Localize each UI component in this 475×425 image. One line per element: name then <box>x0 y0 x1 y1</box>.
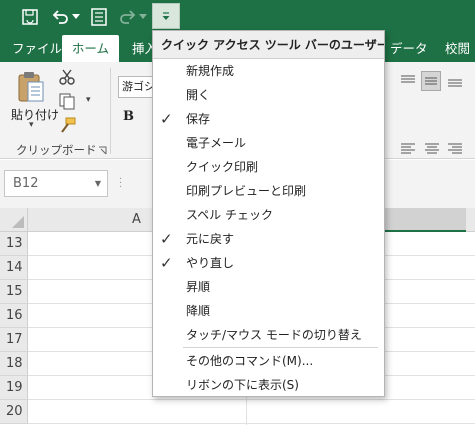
menu-item-label: 電子メール <box>186 136 247 150</box>
align-bottom-icon[interactable] <box>447 73 463 92</box>
tab-review[interactable]: 校閲 <box>445 35 470 62</box>
checkmark-icon: ✓ <box>160 254 173 272</box>
copy-icon[interactable] <box>58 92 76 113</box>
column-header-edge <box>466 208 475 232</box>
row-header[interactable]: 20 <box>0 400 28 424</box>
checkmark-icon: ✓ <box>160 230 173 248</box>
paste-icon[interactable] <box>17 70 45 107</box>
menu-item[interactable]: 昇順 <box>153 275 384 299</box>
menu-item-label: 新規作成 <box>186 64 235 78</box>
cut-icon[interactable] <box>58 68 76 89</box>
menu-item[interactable]: ✓ 保存 <box>153 107 384 131</box>
tab-file[interactable]: ファイル <box>12 35 62 62</box>
menu-item[interactable]: 開く <box>153 83 384 107</box>
row-gridline <box>28 399 475 400</box>
ribbon-group-separator <box>110 68 111 154</box>
menu-item-label: 開く <box>186 88 211 102</box>
row-header[interactable]: 15 <box>0 280 28 304</box>
bold-button[interactable]: B <box>123 109 134 124</box>
select-all-corner[interactable] <box>0 208 28 232</box>
redo-icon[interactable] <box>117 4 139 30</box>
clipboard-group-label: クリップボード <box>16 143 97 157</box>
chevron-down-icon[interactable]: ▼ <box>95 171 101 196</box>
undo-dropdown-icon[interactable] <box>71 4 81 30</box>
row-header[interactable]: 19 <box>0 376 28 400</box>
align-left-icon[interactable] <box>400 142 416 159</box>
menu-header: クイック アクセス ツール バーのユーザー設定 <box>153 31 384 59</box>
checkmark-icon: ✓ <box>160 110 173 128</box>
customize-qat-button[interactable] <box>152 3 180 29</box>
align-top-icon[interactable] <box>400 73 416 92</box>
menu-item[interactable]: ✓ 元に戻す <box>153 227 384 251</box>
menu-item-label: 印刷プレビューと印刷 <box>186 184 307 198</box>
print-preview-icon[interactable] <box>86 4 112 30</box>
clipboard-launcher-icon[interactable] <box>98 144 107 155</box>
menu-item[interactable]: クイック印刷 <box>153 155 384 179</box>
menu-item-label: その他のコマンド(M)... <box>186 354 314 368</box>
menu-item[interactable]: 降順 <box>153 299 384 323</box>
menu-separator <box>183 347 378 348</box>
tab-home[interactable]: ホーム <box>62 35 119 62</box>
row-gridline <box>28 423 475 424</box>
row-header[interactable]: 17 <box>0 328 28 352</box>
name-box-value: B12 <box>13 176 39 191</box>
menu-item[interactable]: タッチ/マウス モードの切り替え <box>153 323 384 347</box>
select-all-triangle-icon <box>12 216 24 228</box>
menu-item-show-below-ribbon[interactable]: リボンの下に表示(S) <box>153 373 384 397</box>
align-right-icon[interactable] <box>447 142 463 159</box>
menu-item[interactable]: ✓ やり直し <box>153 251 384 275</box>
menu-item-label: やり直し <box>186 256 235 270</box>
paste-button-label[interactable]: 貼り付け <box>11 106 59 123</box>
name-box[interactable]: B12 ▼ <box>4 170 108 197</box>
formula-bar-splitter-icon[interactable]: · · · <box>119 175 122 193</box>
paste-dropdown-icon[interactable]: ▾ <box>29 120 34 130</box>
format-painter-icon[interactable] <box>58 117 76 138</box>
menu-item-label: 元に戻す <box>186 232 235 246</box>
menu-item[interactable]: 新規作成 <box>153 59 384 83</box>
menu-item-label: タッチ/マウス モードの切り替え <box>186 328 362 342</box>
menu-item-more-commands[interactable]: その他のコマンド(M)... <box>153 349 384 373</box>
row-header[interactable]: 16 <box>0 304 28 328</box>
menu-item-label: スペル チェック <box>186 208 273 222</box>
undo-icon[interactable] <box>49 4 71 30</box>
menu-item-label: 保存 <box>186 112 211 126</box>
align-center-icon[interactable] <box>424 142 440 159</box>
autosave-save-icon[interactable] <box>18 4 42 30</box>
menu-item[interactable]: 印刷プレビューと印刷 <box>153 179 384 203</box>
tab-data[interactable]: データ <box>390 35 428 62</box>
menu-item-label: 降順 <box>186 304 211 318</box>
row-header[interactable]: 14 <box>0 256 28 280</box>
qat-customize-menu: クイック アクセス ツール バーのユーザー設定 新規作成開く ✓ 保存電子メールクイ… <box>152 30 385 397</box>
menu-item[interactable]: 電子メール <box>153 131 384 155</box>
redo-dropdown-icon[interactable] <box>138 4 148 30</box>
row-header[interactable]: 13 <box>0 232 28 256</box>
copy-dropdown-icon[interactable]: ▾ <box>86 95 91 105</box>
align-middle-icon[interactable] <box>421 71 441 91</box>
menu-item-label: クイック印刷 <box>186 160 259 174</box>
menu-item-label: 昇順 <box>186 280 211 294</box>
menu-item-label: リボンの下に表示(S) <box>186 378 299 392</box>
row-header[interactable]: 18 <box>0 352 28 376</box>
menu-item[interactable]: スペル チェック <box>153 203 384 227</box>
